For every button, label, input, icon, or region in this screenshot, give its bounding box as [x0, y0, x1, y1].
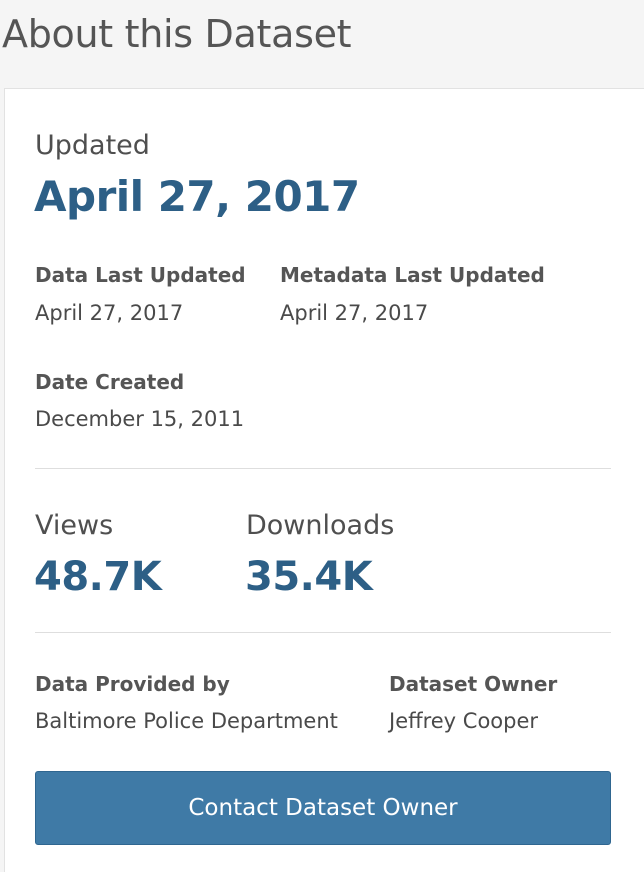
views-value: 48.7K — [34, 554, 162, 600]
dataset-info-card: Updated April 27, 2017 Data Last Updated… — [4, 88, 644, 872]
data-last-updated-label: Data Last Updated — [35, 263, 246, 287]
divider — [35, 468, 611, 469]
date-created-label: Date Created — [35, 370, 185, 394]
views-label: Views — [35, 510, 114, 541]
dataset-owner-value: Jeffrey Cooper — [389, 709, 539, 733]
contact-dataset-owner-button[interactable]: Contact Dataset Owner — [35, 771, 611, 845]
divider — [35, 632, 611, 633]
dataset-owner-label: Dataset Owner — [389, 672, 558, 696]
page-header: About this Dataset — [0, 0, 644, 88]
updated-label: Updated — [35, 130, 150, 161]
updated-value: April 27, 2017 — [34, 172, 360, 221]
downloads-label: Downloads — [246, 510, 395, 541]
data-provider-value: Baltimore Police Department — [35, 709, 338, 733]
metadata-last-updated-label: Metadata Last Updated — [280, 263, 545, 287]
page-title: About this Dataset — [2, 12, 352, 56]
date-created-value: December 15, 2011 — [35, 407, 245, 431]
data-last-updated-value: April 27, 2017 — [35, 301, 184, 325]
metadata-last-updated-value: April 27, 2017 — [280, 301, 429, 325]
downloads-value: 35.4K — [245, 554, 373, 600]
data-provided-by-label: Data Provided by — [35, 672, 230, 696]
